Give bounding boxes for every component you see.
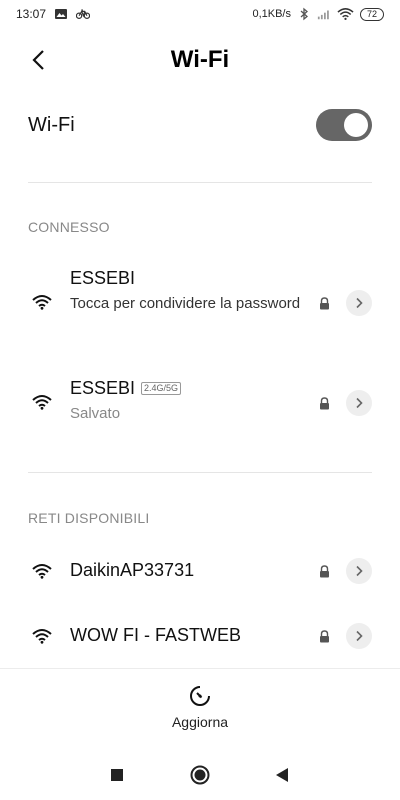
network-row-connected[interactable]: ESSEBI Tocca per condividere la password (0, 266, 400, 346)
wifi-signal-icon (32, 295, 52, 310)
refresh-label: Aggiorna (171, 714, 229, 730)
lock-icon (320, 297, 329, 310)
network-name: DaikinAP33731 (70, 560, 320, 581)
bluetooth-icon (300, 7, 308, 21)
chevron-right-icon (356, 630, 363, 642)
navigation-bar (0, 760, 400, 790)
toggle-knob (344, 113, 368, 137)
refresh-gauge-icon (190, 686, 210, 706)
network-row-saved[interactable]: ESSEBI 2.4G/5G Salvato (0, 372, 400, 434)
page-title: Wi-Fi (170, 46, 230, 73)
recents-button[interactable] (102, 760, 132, 790)
battery-indicator: 72 (360, 7, 384, 21)
network-details-button[interactable] (346, 290, 372, 316)
network-subtitle: Tocca per condividere la password (70, 295, 301, 312)
gallery-icon (55, 9, 68, 19)
network-text: WOW FI - FASTWEB (70, 625, 320, 646)
bike-icon (76, 9, 91, 19)
header: Wi-Fi (0, 38, 400, 82)
network-name-text: DaikinAP33731 (70, 560, 195, 580)
network-row-available[interactable]: WOW FI - FASTWEB (0, 615, 400, 659)
network-name-text: ESSEBI (70, 268, 136, 288)
network-row-available[interactable]: DaikinAP33731 (0, 550, 400, 594)
network-name: ESSEBI (70, 268, 320, 289)
network-name: ESSEBI 2.4G/5G (70, 378, 320, 399)
network-name-text: ESSEBI (70, 378, 136, 398)
section-header-connected: CONNESSO (28, 219, 110, 235)
wifi-icon (337, 8, 354, 21)
network-subtitle: Salvato (70, 405, 121, 422)
network-name: WOW FI - FASTWEB (70, 625, 320, 646)
lock-icon (320, 565, 329, 578)
band-tag: 2.4G/5G (141, 382, 182, 395)
lock-icon (320, 630, 329, 643)
chevron-right-icon (356, 397, 363, 409)
divider (28, 472, 372, 473)
section-header-available: RETI DISPONIBILI (28, 510, 150, 526)
network-text: DaikinAP33731 (70, 560, 320, 581)
network-details-button[interactable] (346, 558, 372, 584)
chevron-right-icon (356, 565, 363, 577)
lock-icon (320, 397, 329, 410)
network-details-button[interactable] (346, 390, 372, 416)
wifi-toggle-label: Wi-Fi (28, 113, 75, 136)
wifi-signal-icon (32, 395, 52, 410)
network-name-text: WOW FI - FASTWEB (70, 625, 241, 645)
back-triangle-icon (276, 768, 288, 782)
status-left: 13:07 (16, 7, 91, 21)
network-text: ESSEBI Tocca per condividere la password (70, 268, 320, 314)
network-speed: 0,1KB/s (252, 8, 291, 20)
divider (28, 182, 372, 183)
recents-square-icon (111, 769, 123, 781)
chevron-right-icon (356, 297, 363, 309)
status-right: 0,1KB/s 72 (252, 7, 384, 21)
bottom-divider (0, 668, 400, 669)
home-button[interactable] (185, 760, 215, 790)
wifi-signal-icon (32, 564, 52, 579)
back-nav-button[interactable] (267, 760, 297, 790)
network-text: ESSEBI 2.4G/5G Salvato (70, 378, 320, 424)
refresh-button[interactable]: Aggiorna (0, 684, 400, 730)
wifi-signal-icon (32, 629, 52, 644)
status-bar: 13:07 0,1KB/s 72 (0, 0, 400, 28)
network-details-button[interactable] (346, 623, 372, 649)
wifi-toggle-row: Wi-Fi (28, 100, 372, 150)
signal-icon (317, 10, 329, 20)
home-circle-icon (190, 765, 210, 785)
wifi-toggle-switch[interactable] (316, 109, 372, 141)
status-time: 13:07 (16, 7, 47, 21)
